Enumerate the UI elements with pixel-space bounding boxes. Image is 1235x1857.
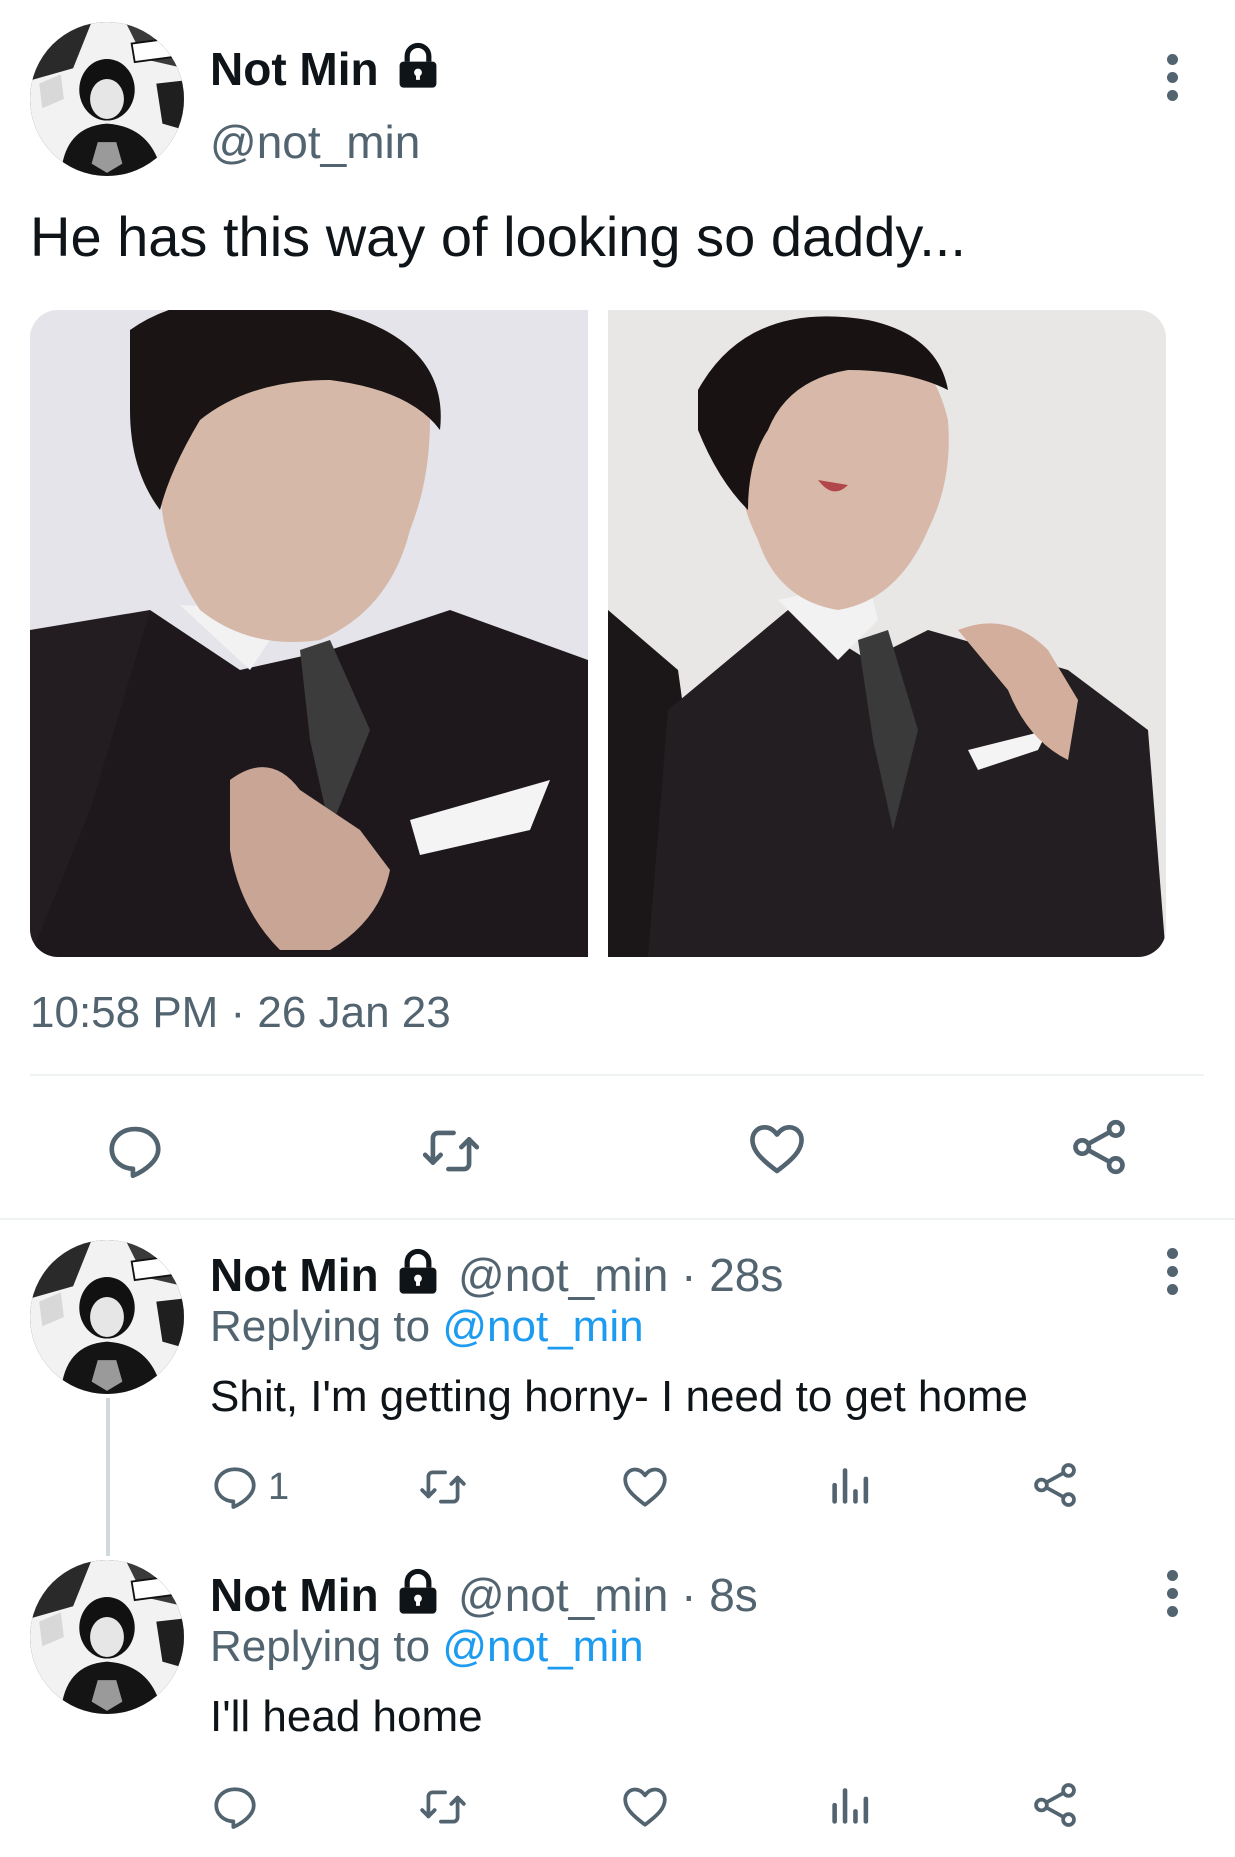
share-icon <box>1068 1116 1130 1178</box>
display-name[interactable]: Not Min <box>210 1248 379 1302</box>
retweet-icon <box>418 1462 468 1512</box>
reply-button[interactable] <box>210 1782 260 1832</box>
reply-button[interactable] <box>104 1120 166 1182</box>
views-button[interactable] <box>824 1782 874 1832</box>
heart-icon <box>620 1462 670 1512</box>
reply-icon <box>210 1462 260 1512</box>
like-button[interactable] <box>620 1782 670 1832</box>
mention-link[interactable]: @not_min <box>442 1622 643 1671</box>
avatar[interactable] <box>30 1240 184 1394</box>
retweet-icon <box>418 1782 468 1832</box>
share-icon <box>1030 1460 1080 1510</box>
retweet-button[interactable] <box>418 1462 468 1512</box>
retweet-icon <box>420 1120 482 1182</box>
replying-to: Replying to @not_min <box>210 1622 644 1671</box>
divider <box>30 1074 1204 1076</box>
reply-button[interactable]: 1 <box>210 1462 289 1512</box>
replying-to: Replying to @not_min <box>210 1302 644 1351</box>
views-icon <box>824 1782 874 1832</box>
like-button[interactable] <box>746 1118 808 1180</box>
mention-link[interactable]: @not_min <box>442 1302 643 1351</box>
tweet-timestamp[interactable]: 10:58 PM · 26 Jan 23 <box>30 988 451 1038</box>
heart-icon <box>746 1118 808 1180</box>
tweet-text: I'll head home <box>210 1692 483 1741</box>
handle-and-time[interactable]: @not_min · 28s <box>458 1248 783 1302</box>
more-options-icon[interactable] <box>1162 1570 1182 1624</box>
heart-icon <box>620 1782 670 1832</box>
views-button[interactable] <box>824 1462 874 1512</box>
display-name[interactable]: Not Min <box>210 1568 379 1622</box>
reply-count: 1 <box>268 1465 290 1508</box>
views-icon <box>824 1462 874 1512</box>
share-button[interactable] <box>1068 1116 1130 1178</box>
more-options-icon[interactable] <box>1162 1248 1182 1302</box>
retweet-button[interactable] <box>418 1782 468 1832</box>
share-icon <box>1030 1780 1080 1830</box>
lock-icon <box>392 1246 444 1298</box>
user-handle[interactable]: @not_min <box>210 115 420 169</box>
tweet-photo-2[interactable] <box>608 310 1166 957</box>
reply-icon <box>210 1782 260 1832</box>
more-options-icon[interactable] <box>1162 54 1182 108</box>
like-button[interactable] <box>620 1462 670 1512</box>
retweet-button[interactable] <box>420 1120 482 1182</box>
display-name[interactable]: Not Min <box>210 42 379 96</box>
avatar[interactable] <box>30 22 184 176</box>
reply-icon <box>104 1120 166 1182</box>
thread-connector <box>106 1398 110 1556</box>
tweet-text: He has this way of looking so daddy... <box>30 205 966 268</box>
tweet-text: Shit, I'm getting horny- I need to get h… <box>210 1372 1028 1421</box>
lock-icon <box>392 40 444 92</box>
share-button[interactable] <box>1030 1460 1080 1510</box>
lock-icon <box>392 1566 444 1618</box>
divider <box>0 1218 1235 1220</box>
handle-and-time[interactable]: @not_min · 8s <box>458 1568 758 1622</box>
avatar[interactable] <box>30 1560 184 1714</box>
tweet-photo-1[interactable] <box>30 310 588 957</box>
share-button[interactable] <box>1030 1780 1080 1830</box>
